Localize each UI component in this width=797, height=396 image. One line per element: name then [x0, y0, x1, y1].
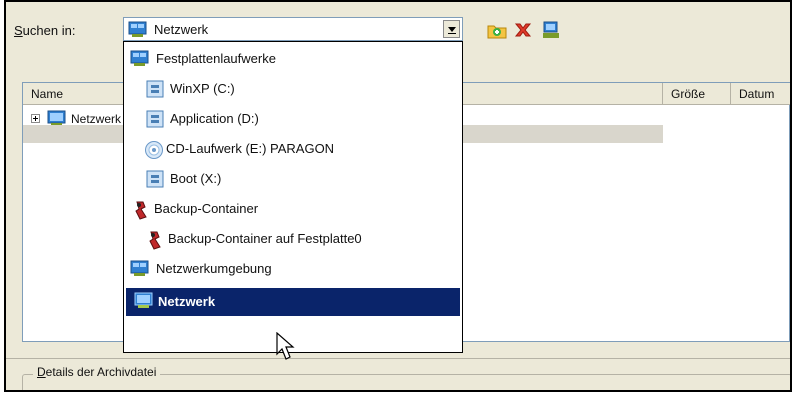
expand-icon[interactable] — [31, 114, 40, 123]
dropdown-item-label: Application (D:) — [170, 111, 259, 126]
search-in-label: Suchen in: — [14, 23, 76, 38]
dropdown-item-netzwerkumgebung[interactable]: Netzwerkumgebung — [124, 256, 462, 282]
dropdown-item-label: Netzwerk — [158, 294, 216, 309]
dropdown-arrow-button[interactable] — [443, 20, 460, 38]
divider — [6, 358, 790, 359]
dropdown-item-label: Backup-Container — [154, 201, 259, 216]
column-header-date[interactable]: Datum — [731, 83, 790, 105]
drive-icon — [146, 170, 164, 191]
dropdown-item-label: CD-Laufwerk (E:) PARAGON — [166, 141, 335, 156]
dropdown-item-application[interactable]: Application (D:) — [124, 106, 462, 132]
cd-drive-icon — [144, 140, 164, 163]
dropdown-item-label: Netzwerkumgebung — [156, 261, 272, 276]
backup-container-icon — [132, 200, 150, 223]
dropdown-item-label: Boot (X:) — [170, 171, 222, 186]
location-combobox[interactable]: Netzwerk — [123, 17, 463, 41]
dialog-window: Suchen in: Netzwerk Name Größe Datum Net… — [4, 0, 792, 392]
network-places-icon — [130, 50, 150, 70]
dropdown-item-winxp[interactable]: WinXP (C:) — [124, 76, 462, 102]
dropdown-item-cd-drive[interactable]: CD-Laufwerk (E:) PARAGON — [124, 136, 462, 162]
location-value: Netzwerk — [154, 22, 209, 37]
column-header-size[interactable]: Größe — [663, 83, 731, 105]
dropdown-item-backup-container[interactable]: Backup-Container — [124, 196, 462, 222]
dropdown-item-label: WinXP (C:) — [170, 81, 235, 96]
network-icon — [128, 21, 148, 41]
dropdown-item-label: Festplattenlaufwerke — [156, 51, 276, 66]
dropdown-item-festplattenlaufwerke[interactable]: Festplattenlaufwerke — [124, 46, 462, 72]
archive-details-group: Details der Archivdatei — [22, 365, 790, 390]
dropdown-item-label: Backup-Container auf Festplatte0 — [168, 231, 362, 246]
delete-icon[interactable] — [512, 19, 534, 41]
network-view-icon[interactable] — [540, 19, 562, 41]
drive-icon — [146, 110, 164, 131]
network-icon — [134, 292, 154, 312]
archive-details-legend: Details der Archivdatei — [33, 365, 161, 379]
drive-icon — [146, 80, 164, 101]
location-dropdown-list[interactable]: Festplattenlaufwerke WinXP (C:) Applicat… — [123, 41, 463, 353]
new-folder-icon[interactable] — [486, 19, 508, 41]
mouse-pointer-icon — [276, 331, 296, 365]
dropdown-item-boot[interactable]: Boot (X:) — [124, 166, 462, 192]
tree-item-label: Netzwerk — [71, 112, 122, 126]
network-places-icon — [130, 260, 150, 280]
dropdown-item-netzwerk[interactable]: Netzwerk — [126, 288, 460, 316]
dropdown-item-backup-container-disk0[interactable]: Backup-Container auf Festplatte0 — [124, 226, 462, 252]
backup-container-icon — [146, 230, 164, 253]
